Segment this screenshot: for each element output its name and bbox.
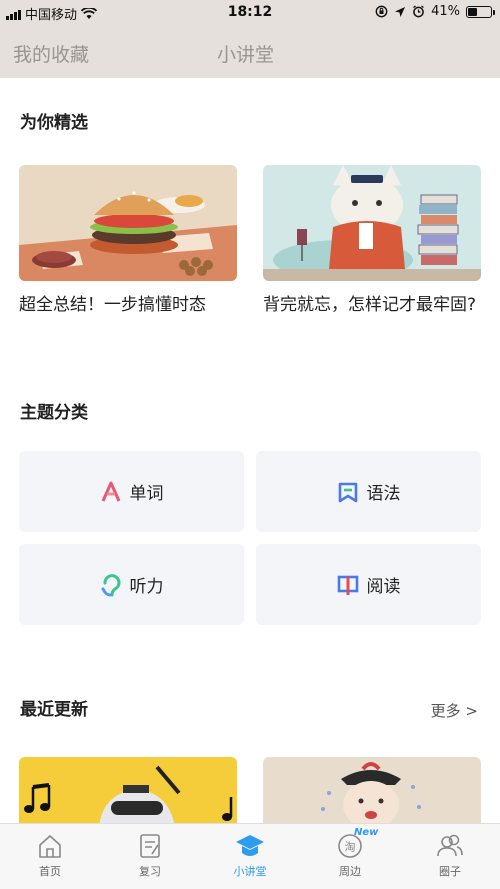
category-reading[interactable]: 阅读 — [256, 544, 481, 625]
tab-label: 首页 — [39, 865, 61, 878]
featured-card-title: 超全总结！一步搞懂时态 — [19, 295, 206, 315]
status-bar: 中国移动 18:12 41% — [0, 0, 500, 26]
review-icon — [140, 834, 160, 858]
category-label: 语法 — [366, 484, 401, 504]
home-icon — [39, 835, 61, 858]
featured-section-title: 为你精选 — [20, 113, 88, 133]
category-words[interactable]: 单词 — [19, 451, 244, 532]
grammar-icon — [338, 482, 357, 502]
recent-card-2[interactable] — [263, 757, 481, 827]
tab-label: 小讲堂 — [233, 865, 267, 878]
community-icon — [437, 834, 463, 857]
recent-section-title: 最近更新 — [20, 700, 88, 720]
tab-label: 周边 — [339, 865, 361, 878]
lecture-icon — [236, 835, 264, 856]
tab-lecture-hall[interactable]: 小讲堂 — [200, 824, 300, 889]
tab-nearby[interactable]: New 淘 周边 — [300, 824, 400, 889]
category-label: 单词 — [129, 484, 164, 504]
featured-card-title: 背完就忘，怎样记才最牢固? — [263, 295, 477, 315]
featured-card-2[interactable]: 背完就忘，怎样记才最牢固? — [263, 165, 485, 320]
word-icon — [101, 481, 120, 502]
battery-icon — [466, 5, 495, 18]
battery-percent: 41% — [431, 4, 460, 19]
tab-label: 复习 — [139, 865, 161, 878]
recent-card-1[interactable] — [19, 757, 237, 827]
bottom-tab-bar: 首页 复习 小讲堂 New 淘 周边 圈子 — [0, 823, 500, 889]
category-label: 阅读 — [366, 577, 401, 597]
orientation-lock-icon — [375, 5, 388, 18]
reading-icon — [337, 575, 358, 595]
category-listening[interactable]: 听力 — [19, 544, 244, 625]
burger-illustration — [19, 165, 237, 281]
music-robot-illustration — [19, 757, 237, 827]
alarm-icon — [413, 5, 425, 18]
category-label: 听力 — [129, 577, 164, 597]
top-nav: 我的收藏 小讲堂 — [0, 26, 500, 78]
tab-review[interactable]: 复习 — [100, 824, 200, 889]
svg-text:淘: 淘 — [345, 841, 356, 854]
category-grammar[interactable]: 语法 — [256, 451, 481, 532]
categories-section-title: 主题分类 — [20, 403, 88, 423]
tab-home[interactable]: 首页 — [0, 824, 100, 889]
crying-boy-illustration — [263, 757, 481, 827]
featured-card-1[interactable]: 超全总结！一步搞懂时态 — [19, 165, 241, 320]
location-icon — [395, 6, 406, 17]
tab-community[interactable]: 圈子 — [400, 824, 500, 889]
cat-with-books-illustration — [263, 165, 481, 281]
tab-my-favorites[interactable]: 我的收藏 — [13, 40, 89, 67]
more-link[interactable]: 更多 > — [431, 700, 478, 721]
new-badge: New — [354, 827, 379, 838]
listening-icon — [101, 573, 120, 596]
tab-lecture[interactable]: 小讲堂 — [217, 40, 274, 67]
tab-label: 圈子 — [439, 865, 461, 878]
